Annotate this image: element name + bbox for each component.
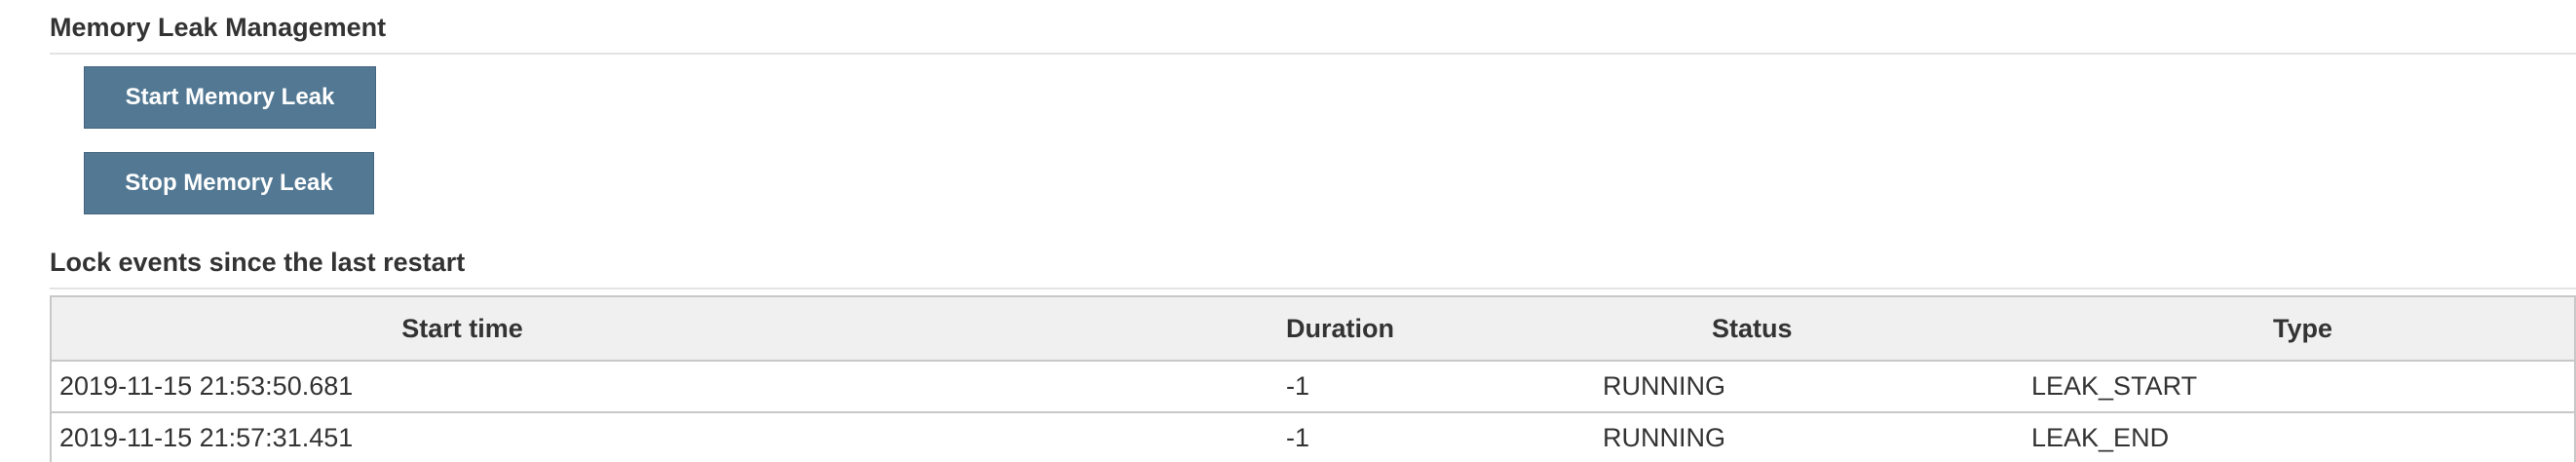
column-header-start-time[interactable]: Start time xyxy=(50,295,1286,362)
table-header-row: Start time Duration Status Type xyxy=(50,295,2576,362)
memory-leak-section-title: Memory Leak Management xyxy=(50,13,387,42)
section-divider xyxy=(50,288,2576,289)
lock-events-section-title: Lock events since the last restart xyxy=(50,248,466,277)
cell-duration: -1 xyxy=(1286,361,1603,413)
table-row: 2019-11-15 21:57:31.451 -1 RUNNING LEAK_… xyxy=(50,412,2576,462)
start-memory-leak-button[interactable]: Start Memory Leak xyxy=(84,66,376,129)
column-header-duration[interactable]: Duration xyxy=(1286,295,1603,362)
stop-memory-leak-button[interactable]: Stop Memory Leak xyxy=(84,152,374,214)
cell-duration: -1 xyxy=(1286,412,1603,462)
column-header-type[interactable]: Type xyxy=(2031,295,2576,362)
section-divider xyxy=(50,53,2576,55)
column-header-status[interactable]: Status xyxy=(1603,295,2031,362)
cell-start-time: 2019-11-15 21:57:31.451 xyxy=(50,412,1286,462)
cell-status: RUNNING xyxy=(1603,412,2031,462)
table-row: 2019-11-15 21:53:50.681 -1 RUNNING LEAK_… xyxy=(50,361,2576,413)
cell-type: LEAK_START xyxy=(2031,361,2576,413)
cell-status: RUNNING xyxy=(1603,361,2031,413)
cell-start-time: 2019-11-15 21:53:50.681 xyxy=(50,361,1286,413)
cell-type: LEAK_END xyxy=(2031,412,2576,462)
lock-events-table: Start time Duration Status Type 2019-11-… xyxy=(50,295,2576,462)
memory-leak-page: Memory Leak Management Start Memory Leak… xyxy=(0,0,2576,462)
